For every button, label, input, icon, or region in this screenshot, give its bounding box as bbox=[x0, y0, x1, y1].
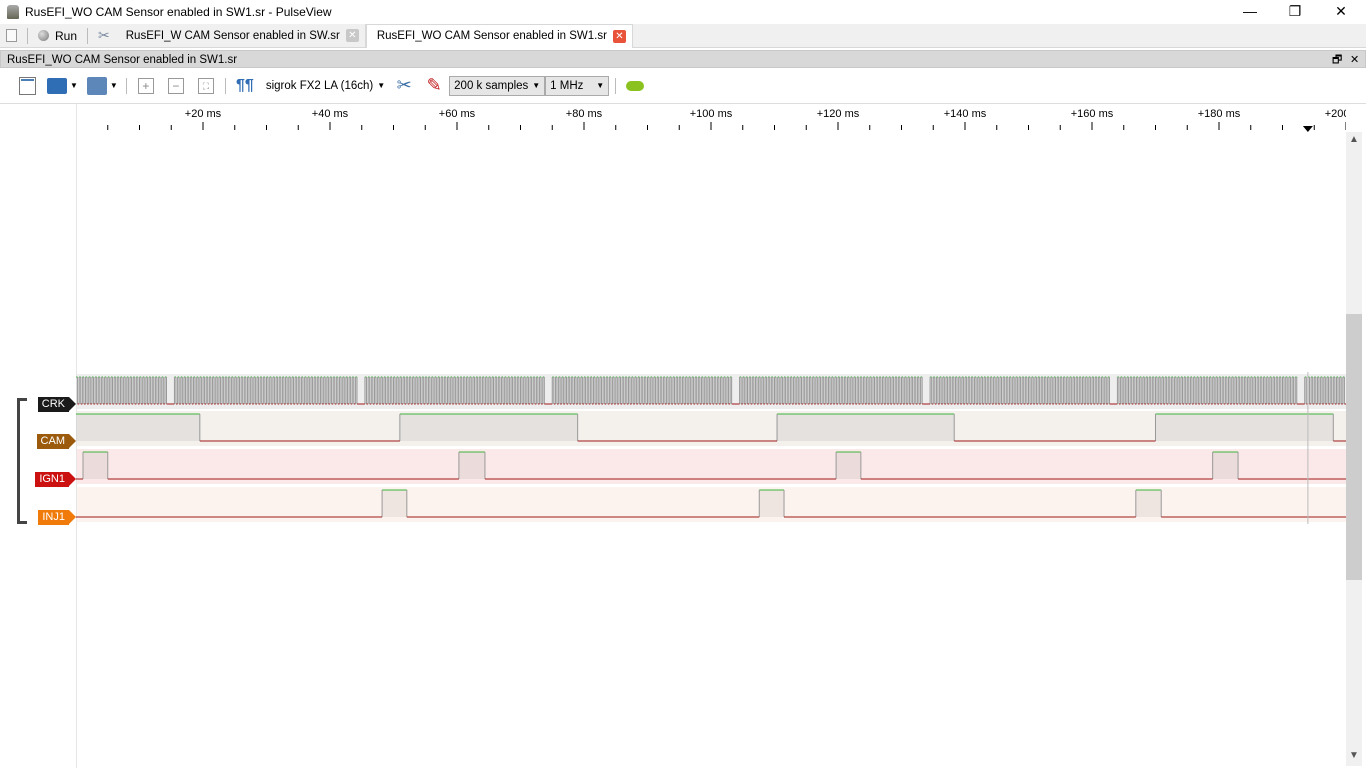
tab-label: RusEFI_W CAM Sensor enabled in SW.sr bbox=[125, 29, 340, 42]
float-dock-button[interactable]: 🗗 bbox=[1332, 51, 1342, 69]
signal-high-fill bbox=[1212, 452, 1239, 479]
device-config-button[interactable]: ✂ bbox=[392, 74, 416, 98]
open-button[interactable] bbox=[45, 74, 69, 98]
zoom-fit-button[interactable]: ⛶ bbox=[194, 74, 218, 98]
tools-icon: ✂ bbox=[98, 27, 110, 43]
pulseview-logo-icon bbox=[7, 5, 19, 19]
new-document-icon bbox=[6, 29, 17, 42]
close-button[interactable]: ✕ bbox=[1318, 0, 1364, 22]
signal-high-fill bbox=[759, 490, 785, 517]
waveform-area[interactable] bbox=[0, 104, 1346, 768]
save-button[interactable] bbox=[85, 74, 109, 98]
channel-label-ign1[interactable]: IGN1 bbox=[35, 472, 76, 487]
run-label: Run bbox=[55, 28, 78, 43]
device-selector[interactable]: sigrok FX2 LA (16ch) bbox=[266, 80, 373, 92]
save-dropdown-icon[interactable]: ▼ bbox=[110, 81, 118, 90]
signal-high-fill bbox=[399, 414, 578, 441]
run-circle-icon bbox=[38, 30, 49, 41]
decoder-icon bbox=[626, 80, 645, 91]
channel-label-crk[interactable]: CRK bbox=[37, 397, 77, 412]
save-icon bbox=[86, 76, 107, 95]
minimize-button[interactable]: — bbox=[1227, 0, 1273, 22]
close-dock-button[interactable]: ✕ bbox=[1350, 51, 1359, 69]
samplerate-value: 1 MHz bbox=[550, 79, 584, 92]
session-tab-bar: Run ✂ RusEFI_W CAM Sensor enabled in SW.… bbox=[0, 23, 1366, 48]
tab-close-icon[interactable]: ✕ bbox=[345, 29, 359, 42]
zoom-out-button[interactable]: − bbox=[164, 74, 188, 98]
decoder-button[interactable] bbox=[623, 74, 647, 98]
run-button[interactable]: Run bbox=[32, 24, 83, 48]
sample-count-value: 200 k samples bbox=[454, 79, 529, 92]
chevron-down-icon: ▼ bbox=[532, 81, 541, 90]
zoom-fit-icon: ⛶ bbox=[197, 77, 214, 94]
tab-label: RusEFI_WO CAM Sensor enabled in SW1.sr bbox=[376, 30, 607, 42]
samplerate-select[interactable]: 1 MHz ▼ bbox=[545, 75, 610, 96]
channel-label-inj1[interactable]: INJ1 bbox=[38, 510, 76, 525]
tab-session-1[interactable]: RusEFI_W CAM Sensor enabled in SW.sr ✕ bbox=[116, 23, 366, 48]
channel-label-cam[interactable]: CAM bbox=[36, 434, 77, 449]
probe-button[interactable]: ✎ bbox=[422, 74, 446, 98]
scroll-down-icon[interactable]: ▼ bbox=[1346, 750, 1362, 761]
scroll-up-icon[interactable]: ▲ bbox=[1346, 134, 1362, 145]
new-session-button[interactable] bbox=[0, 24, 23, 48]
main-toolbar: ▼ ▼ + − ⛶ ¶¶ sigrok FX2 LA (16ch) ▼ ✂ ✎ 2… bbox=[0, 68, 1366, 104]
zoom-out-icon: − bbox=[167, 77, 184, 94]
signal-high-fill bbox=[836, 452, 861, 479]
cursor-icon: ¶¶ bbox=[235, 76, 254, 94]
sample-count-select[interactable]: 200 k samples ▼ bbox=[449, 75, 546, 96]
tab-close-icon[interactable]: ✕ bbox=[612, 29, 626, 43]
restore-button[interactable]: ❐ bbox=[1272, 0, 1318, 22]
session-dock-title: RusEFI_WO CAM Sensor enabled in SW1.sr 🗗… bbox=[0, 50, 1366, 68]
signal-high-fill bbox=[1155, 414, 1334, 441]
folder-icon bbox=[47, 77, 67, 94]
session-title: RusEFI_WO CAM Sensor enabled in SW1.sr bbox=[7, 54, 238, 66]
scrollbar-thumb[interactable] bbox=[1346, 314, 1362, 580]
signal-high-fill bbox=[76, 414, 200, 441]
tools-icon: ✂ bbox=[396, 75, 412, 95]
new-view-button[interactable] bbox=[15, 74, 39, 98]
device-dropdown-icon[interactable]: ▼ bbox=[377, 81, 385, 90]
new-view-icon bbox=[18, 76, 36, 95]
signal-high-fill bbox=[458, 452, 485, 479]
open-dropdown-icon[interactable]: ▼ bbox=[70, 81, 78, 90]
trace-view[interactable]: +20 ms +40 ms +60 ms +80 ms +100 ms +120 ms +1… bbox=[0, 104, 1366, 768]
channel-group-bracket bbox=[17, 398, 27, 524]
cursor-button[interactable]: ¶¶ bbox=[233, 74, 257, 98]
title-bar: RusEFI_WO CAM Sensor enabled in SW1.sr -… bbox=[0, 0, 1366, 24]
tab-session-2[interactable]: RusEFI_WO CAM Sensor enabled in SW1.sr ✕ bbox=[365, 23, 633, 48]
zoom-in-button[interactable]: + bbox=[134, 74, 158, 98]
probe-icon: ✎ bbox=[426, 75, 442, 95]
chevron-down-icon: ▼ bbox=[596, 81, 605, 90]
signal-high-fill bbox=[777, 414, 955, 441]
zoom-in-icon: + bbox=[137, 77, 154, 94]
window-title: RusEFI_WO CAM Sensor enabled in SW1.sr -… bbox=[25, 5, 332, 19]
signal-high-fill bbox=[82, 452, 108, 479]
signal-high-fill bbox=[382, 490, 407, 517]
settings-button[interactable]: ✂ bbox=[92, 24, 116, 48]
signal-high-fill bbox=[1135, 490, 1162, 517]
